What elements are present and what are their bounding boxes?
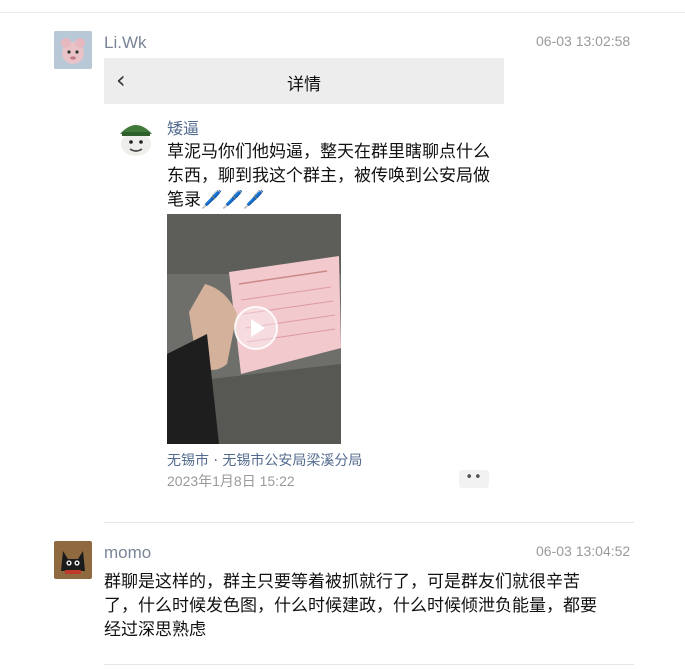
top-divider <box>0 12 685 13</box>
comment-text: 群聊是这样的，群主只要等着被抓就行了，可是群友们就很辛苦了，什么时候发色图，什么… <box>104 572 597 640</box>
comment-time: 06-03 13:02:58 <box>536 33 631 49</box>
post-location: 无锡市 · 无锡市公安局梁溪分局 <box>167 453 363 469</box>
detail-title: 详情 <box>287 75 321 95</box>
post-date: 2023年1月8日 15:22 <box>167 473 295 489</box>
avatar[interactable] <box>54 541 92 579</box>
post-photo <box>167 214 341 444</box>
comment-username[interactable]: Li.Wk <box>104 33 147 53</box>
comment-divider <box>104 522 634 523</box>
comment-username[interactable]: momo <box>104 543 151 563</box>
play-button-icon[interactable] <box>234 306 278 350</box>
more-options-button[interactable]: •• <box>459 470 489 488</box>
post-author-name: 矮逼 <box>167 119 200 138</box>
screenshot-image[interactable]: ‹ 详情 矮逼 草泥马你们他妈逼，整天在群里瞎聊点什么东西，聊到我这个群主，被传… <box>104 58 504 513</box>
pink-cartoon-avatar-icon <box>54 31 92 69</box>
green-hat-character-icon <box>120 125 152 156</box>
comment-divider <box>104 664 634 665</box>
post-author-avatar <box>116 114 156 158</box>
comment-time: 06-03 13:04:52 <box>536 543 631 559</box>
avatar[interactable] <box>54 31 92 69</box>
post-text: 草泥马你们他妈逼，整天在群里瞎聊点什么东西，聊到我这个群主，被传唤到公安局做笔录… <box>167 142 490 210</box>
black-cat-avatar-icon <box>54 541 92 579</box>
detail-header: ‹ 详情 <box>104 58 504 104</box>
